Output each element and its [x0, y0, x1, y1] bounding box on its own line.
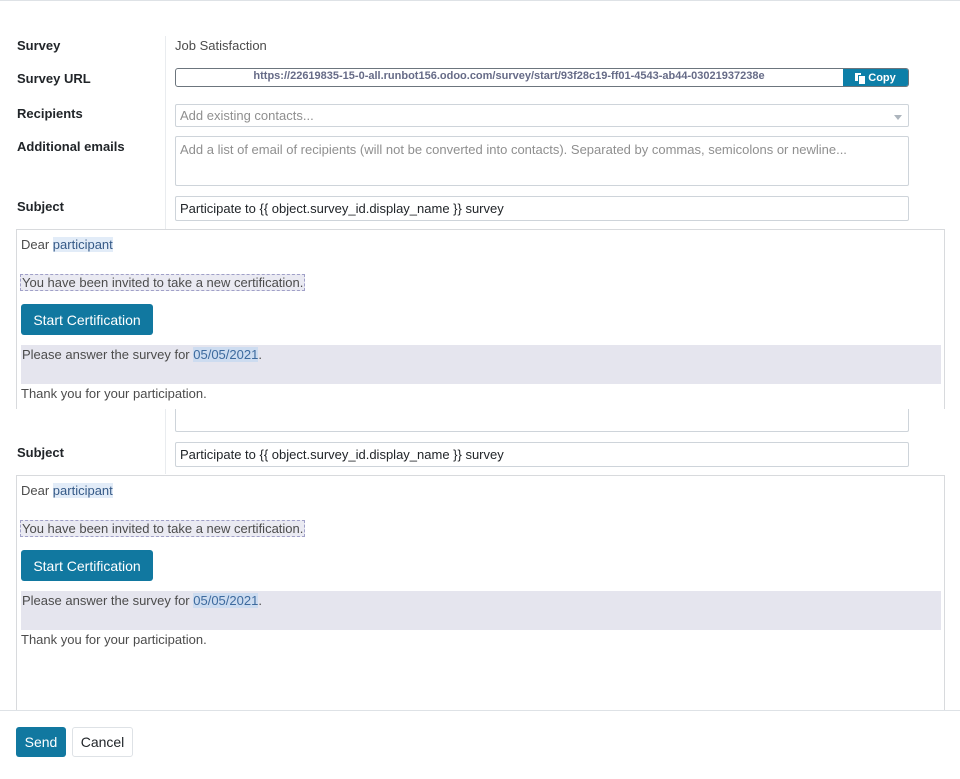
- deadline-line: Please answer the survey for 05/05/2021.: [22, 347, 942, 362]
- invited-line-2: You have been invited to take a new cert…: [20, 520, 306, 537]
- survey-label: Survey: [17, 38, 61, 53]
- copy-button-label: Copy: [868, 71, 896, 84]
- thanks-line: Thank you for your participation.: [21, 386, 207, 401]
- footer-divider: [0, 710, 960, 711]
- deadline-band-2: Please answer the survey for 05/05/2021.: [21, 591, 941, 630]
- deadline-band: Please answer the survey for 05/05/2021.: [21, 345, 941, 384]
- dear-text: Dear: [21, 237, 53, 252]
- dear-line: Dear participant: [21, 237, 113, 252]
- chevron-down-icon[interactable]: [894, 115, 902, 120]
- subject-value-2: Participate to {{ object.survey_id.displ…: [180, 447, 504, 462]
- form-column-divider: [165, 36, 166, 229]
- answer-prefix-2: Please answer the survey for: [22, 593, 194, 608]
- survey-url-value: https://22619835-15-0-all.runbot156.odoo…: [253, 70, 765, 82]
- survey-value: Job Satisfaction: [175, 38, 267, 53]
- additional-emails-textarea-bottom: [175, 409, 909, 432]
- answer-prefix: Please answer the survey for: [22, 347, 194, 362]
- send-button[interactable]: Send: [16, 727, 66, 757]
- subject-input[interactable]: Participate to {{ object.survey_id.displ…: [175, 196, 909, 221]
- deadline-line-2: Please answer the survey for 05/05/2021.: [22, 593, 942, 608]
- start-certification-button-2[interactable]: Start Certification: [21, 550, 153, 581]
- deadline-date-2: 05/05/2021: [193, 593, 259, 608]
- recipients-placeholder: Add existing contacts...: [180, 108, 314, 123]
- dear-text-2: Dear: [21, 483, 53, 498]
- copy-icon: [855, 72, 866, 84]
- participant-placeholder-2: participant: [52, 483, 113, 498]
- cancel-button[interactable]: Cancel: [72, 727, 133, 757]
- copy-url-button[interactable]: Copy: [843, 69, 908, 86]
- survey-url-label: Survey URL: [17, 71, 91, 86]
- body-editor[interactable]: Dear participant You have been invited t…: [16, 229, 945, 409]
- subject-value: Participate to {{ object.survey_id.displ…: [180, 201, 504, 216]
- survey-url-field: https://22619835-15-0-all.runbot156.odoo…: [175, 68, 909, 87]
- invited-text-2: You have been invited to take a new cert…: [20, 520, 306, 537]
- invited-text: You have been invited to take a new cert…: [20, 274, 306, 291]
- answer-suffix: .: [258, 347, 262, 362]
- deadline-date: 05/05/2021: [193, 347, 259, 362]
- participant-placeholder: participant: [52, 237, 113, 252]
- dear-line-2: Dear participant: [21, 483, 113, 498]
- start-certification-button[interactable]: Start Certification: [21, 304, 153, 335]
- recipients-label: Recipients: [17, 106, 83, 121]
- additional-emails-textarea[interactable]: Add a list of email of recipients (will …: [175, 136, 909, 186]
- thanks-line-2: Thank you for your participation.: [21, 632, 207, 647]
- additional-emails-label: Additional emails: [17, 139, 125, 154]
- invited-line: You have been invited to take a new cert…: [20, 274, 306, 291]
- subject-label-2: Subject: [17, 445, 64, 460]
- subject-label: Subject: [17, 199, 64, 214]
- answer-suffix-2: .: [258, 593, 262, 608]
- form-column-divider-2: [165, 409, 166, 474]
- recipients-input[interactable]: Add existing contacts...: [175, 104, 909, 127]
- subject-input-2[interactable]: Participate to {{ object.survey_id.displ…: [175, 442, 909, 467]
- dialog-top-border: [0, 0, 960, 1]
- body-editor-2[interactable]: Dear participant You have been invited t…: [16, 475, 945, 710]
